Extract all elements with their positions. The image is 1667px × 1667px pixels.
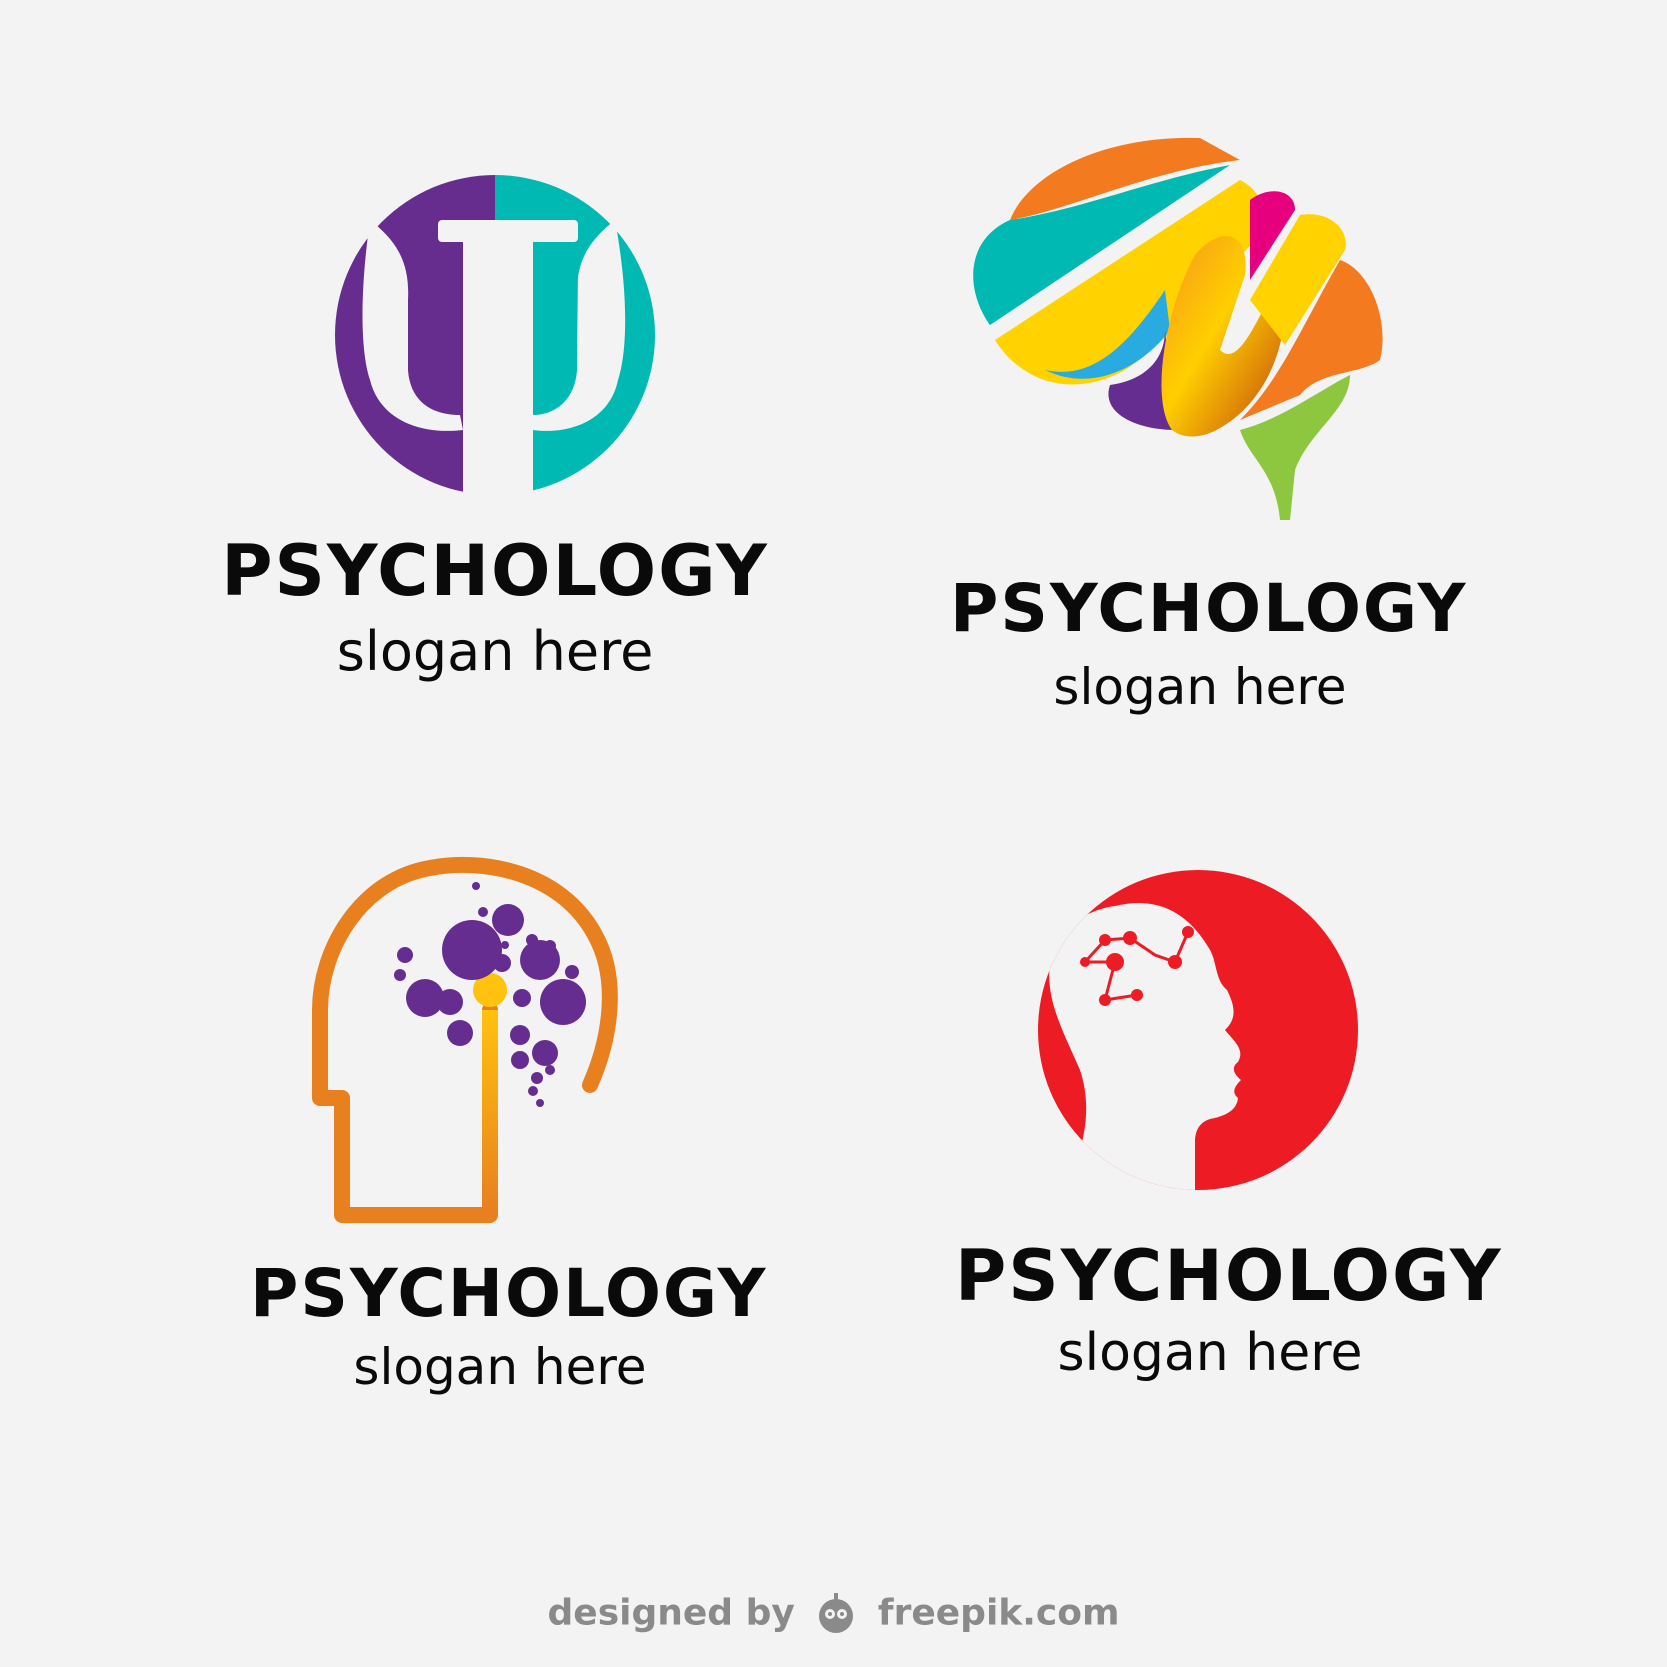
logo-brain: PSYCHOLOGY slogan here [950, 130, 1468, 730]
logo-slogan: slogan here [353, 1338, 647, 1396]
logo-title: PSYCHOLOGY [250, 1255, 768, 1332]
credit-prefix: designed by [547, 1592, 795, 1634]
psi-symbol-icon [335, 175, 655, 520]
freepik-credit: designed by freepik.com [0, 1590, 1667, 1650]
colorful-brain-icon [973, 137, 1383, 520]
credit-brand: freepik.com [877, 1592, 1120, 1634]
head-silhouette-network-icon [1038, 870, 1358, 1190]
logo-title: PSYCHOLOGY [950, 570, 1468, 647]
freepik-mascot-icon [819, 1593, 854, 1633]
logo-head-dots: PSYCHOLOGY slogan here [250, 840, 768, 1410]
logo-psi: PSYCHOLOGY slogan here [220, 150, 770, 690]
logo-slogan: slogan here [1053, 658, 1347, 716]
logo-head-network: PSYCHOLOGY slogan here [955, 870, 1503, 1390]
logo-slogan: slogan here [336, 620, 654, 683]
logo-slogan: slogan here [1057, 1323, 1363, 1383]
head-profile-dots-icon [312, 856, 618, 1223]
logo-title: PSYCHOLOGY [955, 1235, 1503, 1317]
logo-title: PSYCHOLOGY [221, 530, 769, 612]
